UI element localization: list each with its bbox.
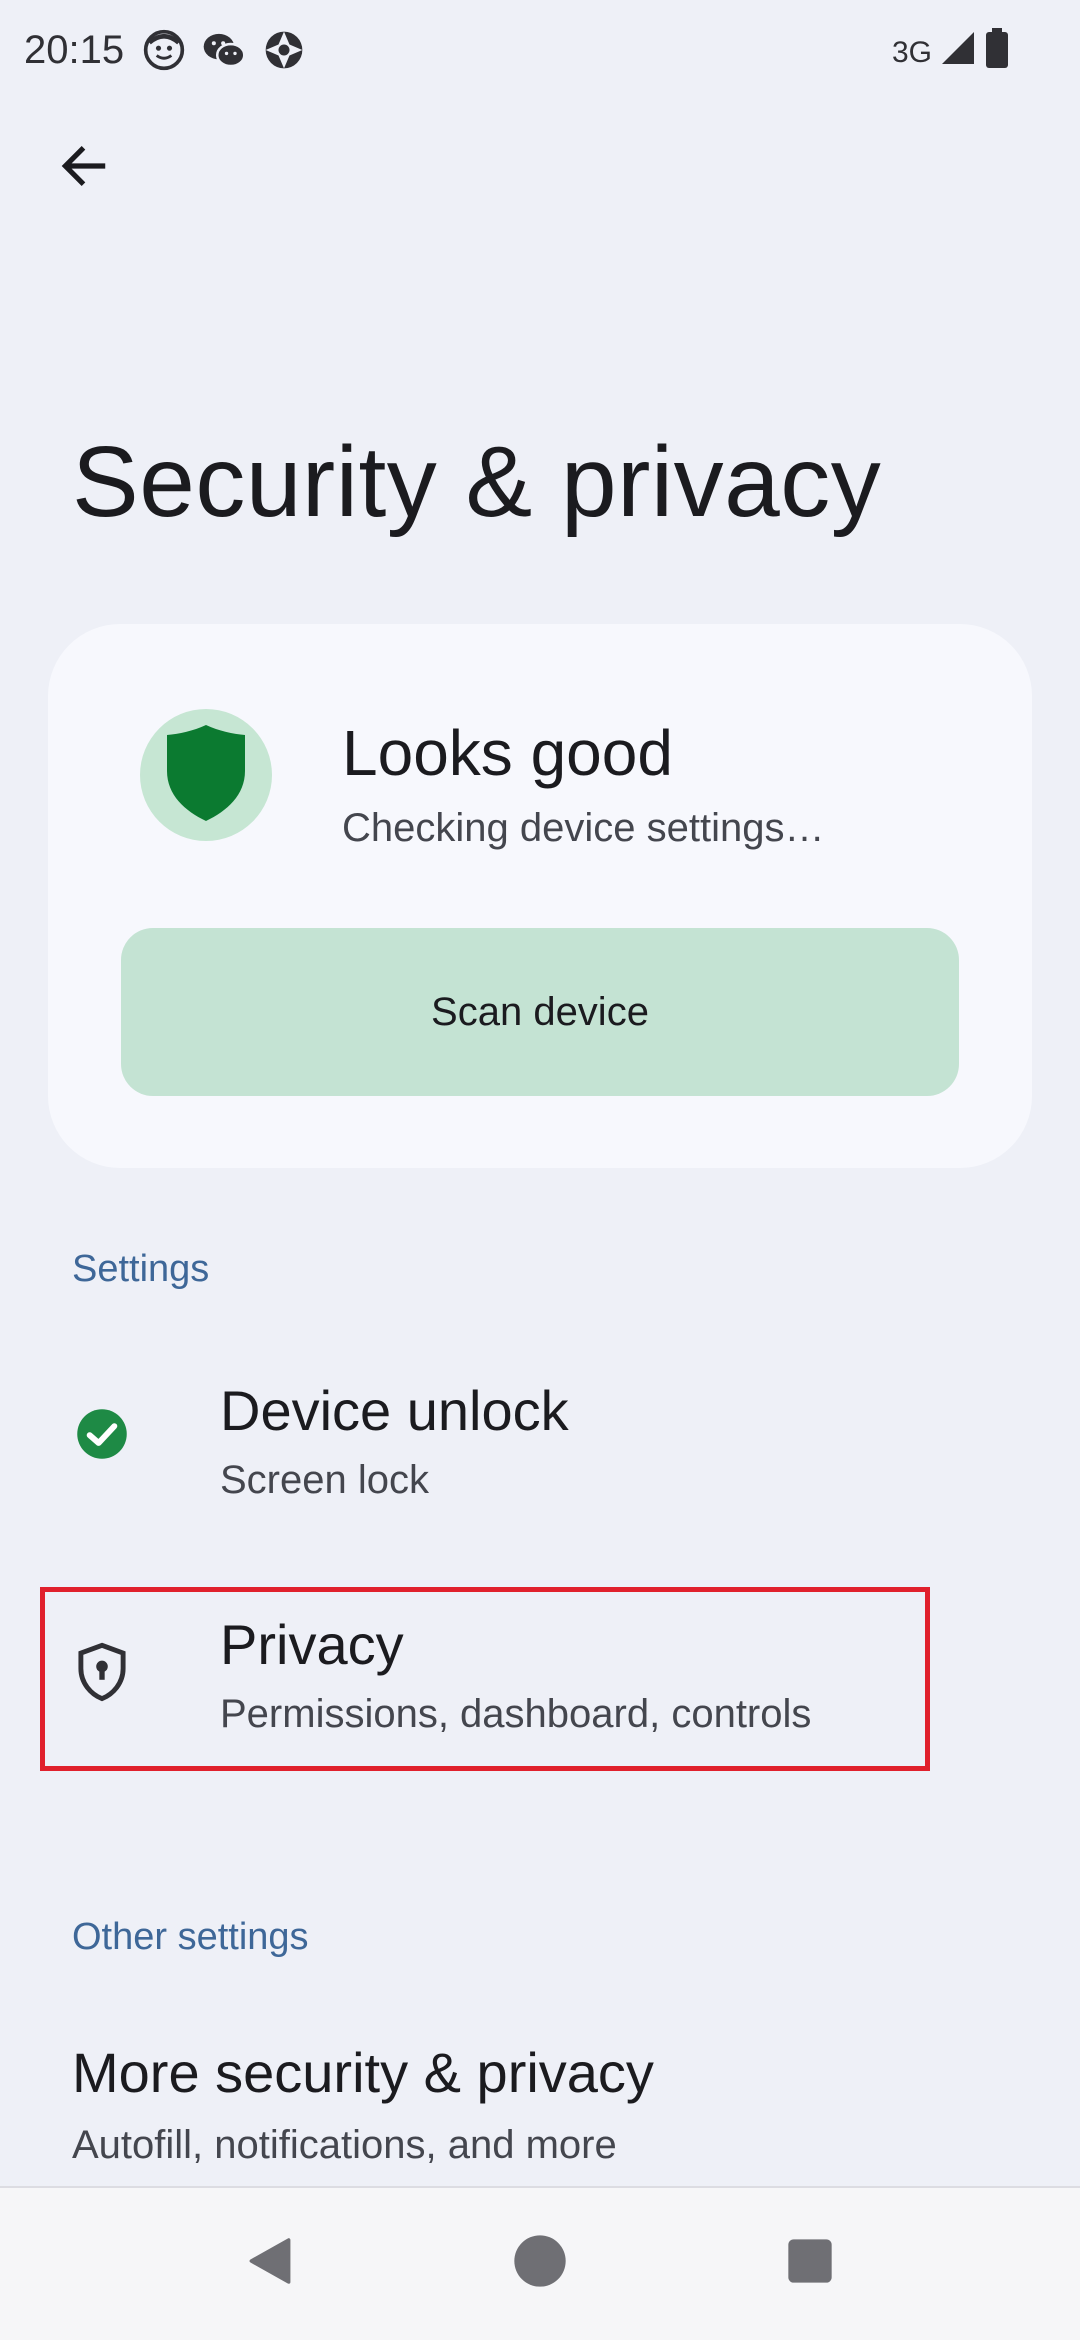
back-button[interactable] [44, 128, 124, 208]
list-item-more-security[interactable]: More security & privacy Autofill, notifi… [72, 2040, 1032, 2168]
home-circle-icon [512, 2233, 568, 2294]
aperture-icon [262, 28, 306, 72]
arrow-left-icon [56, 138, 112, 199]
status-right: 3G [892, 28, 1010, 78]
security-status-card: Looks good Checking device settings… Sca… [48, 624, 1032, 1168]
signal-icon [938, 28, 978, 78]
status-title: Looks good [342, 717, 673, 789]
navigation-bar [0, 2186, 1080, 2340]
face-icon [142, 28, 186, 72]
list-item-device-unlock[interactable]: Device unlock Screen lock [40, 1350, 940, 1530]
battery-icon [984, 28, 1010, 78]
nav-recents-button[interactable] [765, 2218, 855, 2308]
highlight-box [40, 1587, 930, 1771]
section-header-other: Other settings [72, 1916, 309, 1958]
check-circle-icon [70, 1402, 134, 1466]
wechat-icon [202, 28, 246, 72]
shield-icon [163, 723, 249, 828]
more-security-subtitle: Autofill, notifications, and more [72, 2123, 617, 2167]
nav-back-button[interactable] [225, 2218, 315, 2308]
page-title: Security & privacy [72, 426, 882, 538]
back-triangle-icon [242, 2233, 298, 2294]
status-subtitle: Checking device settings… [342, 806, 825, 850]
status-bar: 20:15 3G [0, 0, 1080, 100]
network-type: 3G [891, 36, 932, 69]
scan-device-button[interactable]: Scan device [121, 928, 959, 1096]
status-time: 20:15 [24, 27, 125, 72]
more-security-title: More security & privacy [72, 2041, 654, 2104]
section-header-settings: Settings [72, 1248, 210, 1290]
shield-badge [140, 709, 272, 841]
recents-square-icon [784, 2235, 836, 2292]
nav-home-button[interactable] [495, 2218, 585, 2308]
device-unlock-title: Device unlock [220, 1379, 569, 1442]
device-unlock-subtitle: Screen lock [220, 1458, 429, 1502]
